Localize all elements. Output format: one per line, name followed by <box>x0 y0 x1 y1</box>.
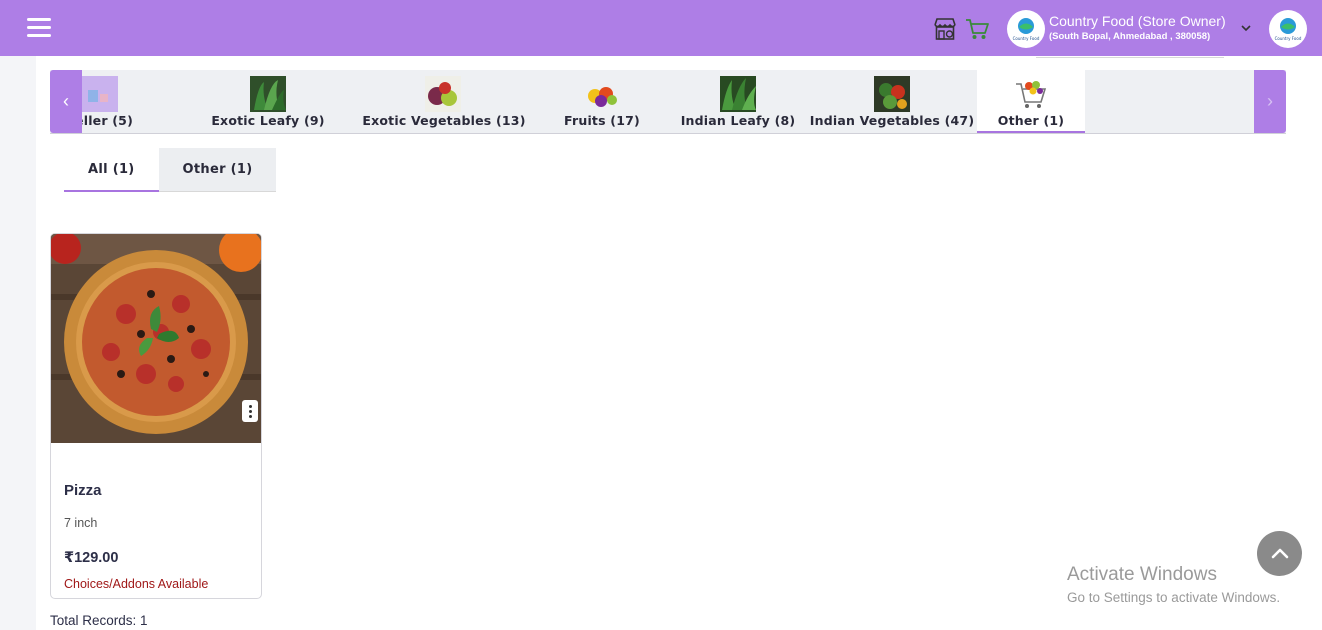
hamburger-menu-icon[interactable] <box>27 18 51 38</box>
chevron-up-icon <box>1271 548 1288 558</box>
product-name[interactable]: Pizza <box>64 482 102 499</box>
category-next-button[interactable]: › <box>1254 70 1286 133</box>
country-food-logo-icon: Country Food <box>1013 18 1040 41</box>
watermark-subtitle: Go to Settings to activate Windows. <box>1067 590 1281 605</box>
country-food-logo-icon: Country Food <box>1275 18 1302 41</box>
product-price: ₹129.00 <box>64 550 119 566</box>
top-bar: Country Food Country Food (Store Owner) … <box>0 0 1322 56</box>
search-field-edge <box>1036 56 1224 58</box>
total-records: Total Records: 1 <box>50 613 148 628</box>
avatar[interactable]: Country Food <box>1269 10 1307 48</box>
owner-address: (South Bopal, Ahmedabad , 380058) <box>1049 31 1211 42</box>
category-item-indian-vegetables[interactable]: Indian Vegetables (47) <box>792 70 992 133</box>
category-carousel: Seller (5) Exotic Leafy (9) Exotic Veget… <box>50 70 1286 134</box>
tab-all[interactable]: All (1) <box>64 148 159 192</box>
product-card[interactable]: Pizza 7 inch ₹129.00 Choices/Addons Avai… <box>50 233 262 599</box>
leafy-thumb-icon <box>720 76 756 112</box>
seller-thumb-icon <box>82 76 118 112</box>
fruits-thumb-icon <box>584 76 620 112</box>
chevron-down-icon[interactable] <box>1240 22 1252 34</box>
more-options-icon[interactable] <box>242 400 258 422</box>
category-label: Indian Vegetables (47) <box>809 113 975 128</box>
category-prev-button[interactable]: ‹ <box>50 70 82 133</box>
windows-activation-watermark: Activate Windows Go to Settings to activ… <box>1067 564 1280 608</box>
vegetables-thumb-icon <box>874 76 910 112</box>
leafy-thumb-icon <box>250 76 286 112</box>
store-owner-info[interactable]: Country Food (Store Owner) (South Bopal,… <box>1049 13 1226 43</box>
chevron-right-icon: › <box>1267 91 1273 111</box>
product-image[interactable] <box>51 234 261 443</box>
owner-name: Country Food (Store Owner) <box>1049 13 1226 29</box>
product-addons-note: Choices/Addons Available <box>64 577 209 591</box>
chevron-left-icon: ‹ <box>63 91 69 111</box>
pizza-photo <box>51 234 261 443</box>
store-logo[interactable]: Country Food <box>1007 10 1045 48</box>
logo-text: Country Food <box>1013 36 1040 41</box>
watermark-title: Activate Windows <box>1067 564 1217 585</box>
subcategory-tabs: All (1) Other (1) <box>64 148 277 192</box>
category-item-other[interactable]: Other (1) <box>977 70 1085 133</box>
shopping-cart-thumb-icon <box>1013 76 1049 112</box>
tab-other[interactable]: Other (1) <box>158 148 277 192</box>
storefront-icon[interactable] <box>932 16 958 42</box>
shopping-cart-icon[interactable] <box>964 16 990 42</box>
product-variant: 7 inch <box>64 516 98 530</box>
main-content: ‹ Seller (5) Exotic Leafy (9) Exotic Veg… <box>36 56 1322 630</box>
category-label: Other (1) <box>997 113 1065 128</box>
logo-text: Country Food <box>1275 36 1302 41</box>
vegetables-thumb-icon <box>425 76 461 112</box>
